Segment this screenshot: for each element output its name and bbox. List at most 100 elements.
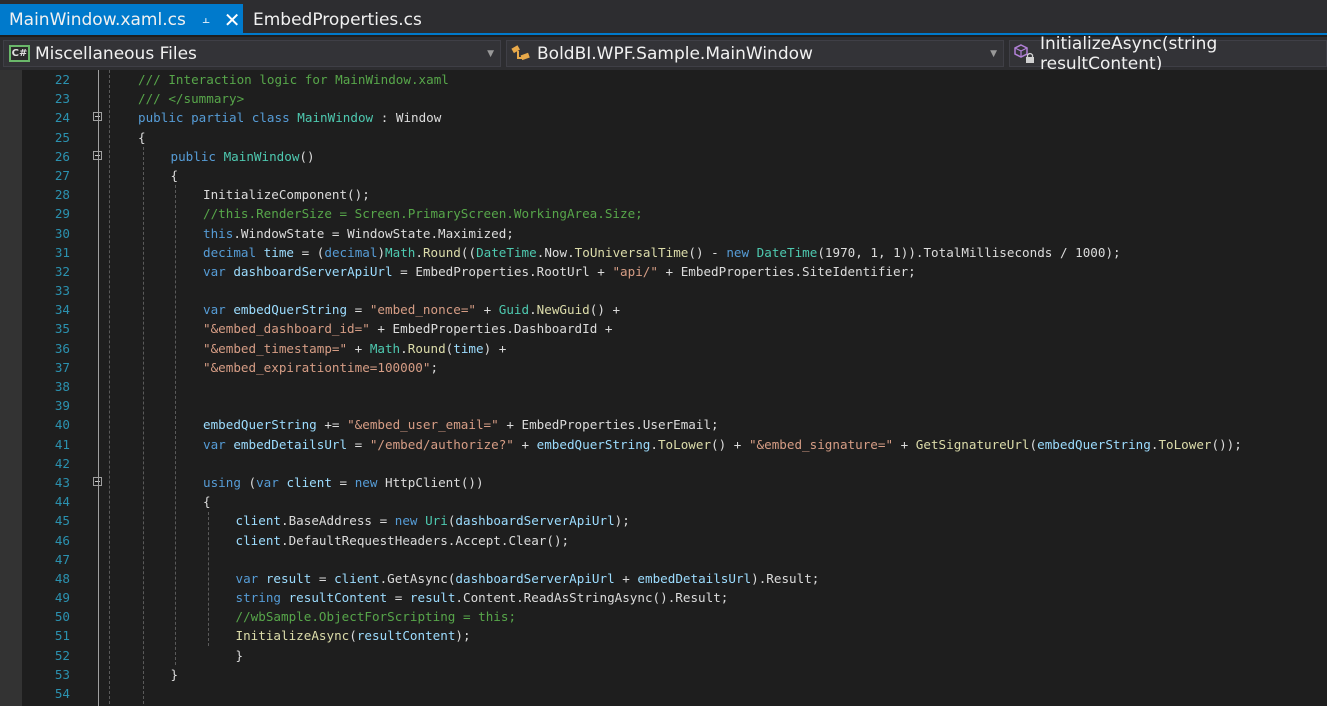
code-editor[interactable]: 22 /// Interaction logic for MainWindow.x… — [0, 70, 1327, 706]
line-number: 26 — [54, 148, 70, 164]
tab-embedproperties-cs[interactable]: EmbedProperties.cs — [243, 4, 422, 35]
code-text: { — [203, 492, 211, 511]
code-token: dashboardServerApiUrl — [455, 570, 615, 586]
code-line[interactable]: 43 using (var client = new HttpClient()) — [22, 473, 1327, 492]
code-line[interactable]: 37 "&embed_expirationtime=100000"; — [22, 358, 1327, 377]
code-line[interactable]: 44 { — [22, 492, 1327, 511]
code-token: = — [331, 474, 355, 490]
code-text: string resultContent = result.Content.Re… — [236, 588, 729, 607]
code-token: client — [235, 532, 282, 548]
code-line[interactable]: 52} — [22, 646, 1327, 665]
code-line[interactable]: 30 this.WindowState = WindowState.Maximiz… — [22, 224, 1327, 243]
code-line[interactable]: 25 { — [22, 128, 1327, 147]
code-line[interactable]: 29 //this.RenderSize = Screen.PrimaryScre… — [22, 204, 1327, 223]
member-label: InitializeAsync(string resultContent) — [1040, 33, 1218, 74]
code-line[interactable]: 41 var embedDetailsUrl = "/embed/authoriz… — [22, 435, 1327, 454]
code-line[interactable]: 24 public partial class MainWindow : Wind… — [22, 108, 1327, 127]
line-number: 53 — [54, 666, 70, 682]
code-token: time — [453, 340, 484, 356]
code-line[interactable]: 48 var result = client.GetAsync(dashboard… — [22, 569, 1327, 588]
code-text: var embedDetailsUrl = "/embed/authorize?… — [203, 435, 1242, 454]
code-line[interactable]: 39 — [22, 396, 1327, 415]
code-token: Uri — [425, 513, 448, 529]
code-token: (( — [460, 244, 477, 260]
code-token: client — [286, 474, 332, 490]
member-dropdown[interactable]: InitializeAsync(string resultContent) — [1009, 34, 1327, 74]
code-line[interactable]: 51 InitializeAsync(resultContent); — [22, 626, 1327, 645]
code-text: "&embed_dashboard_id=" + EmbedProperties… — [203, 319, 612, 338]
close-icon[interactable]: ✕ — [224, 8, 241, 32]
code-line[interactable]: 49 string resultContent = result.Content.… — [22, 588, 1327, 607]
code-token: ); — [614, 513, 630, 529]
line-number: 48 — [54, 570, 70, 586]
code-token: Math — [385, 244, 416, 260]
code-token: dashboardServerApiUrl — [233, 263, 393, 279]
code-line[interactable]: 50 //wbSample.ObjectForScripting = this; — [22, 607, 1327, 626]
code-line[interactable]: 54 — [22, 684, 1327, 703]
type-dropdown[interactable]: BoldBI.WPF.Sample.MainWindow ▼ — [506, 40, 1004, 67]
code-lines[interactable]: 22 /// Interaction logic for MainWindow.x… — [22, 70, 1327, 706]
code-token: new — [354, 474, 378, 490]
code-line[interactable]: 46 client.DefaultRequestHeaders.Accept.Cl… — [22, 531, 1327, 550]
code-token: embedQuerString — [1037, 436, 1151, 452]
code-token: = EmbedProperties.RootUrl + — [392, 263, 613, 279]
code-line[interactable]: 32 var dashboardServerApiUrl = EmbedPrope… — [22, 262, 1327, 281]
code-line[interactable]: 36 "&embed_timestamp=" + Math.Round(time)… — [22, 339, 1327, 358]
code-line[interactable]: 34 var embedQuerString = "embed_nonce=" +… — [22, 300, 1327, 319]
code-line[interactable]: 40 embedQuerString += "&embed_user_email=… — [22, 415, 1327, 434]
code-token: .WindowState = WindowState.Maximized; — [233, 225, 514, 241]
code-token: "&embed_user_email=" — [347, 417, 499, 433]
code-token: decimal — [324, 244, 378, 260]
line-number: 42 — [54, 455, 70, 471]
code-line[interactable]: 45 client.BaseAddress = new Uri(dashboard… — [22, 511, 1327, 530]
code-token: result — [265, 570, 312, 586]
pin-icon[interactable]: ⫠ — [202, 12, 210, 27]
code-line[interactable]: 42 — [22, 454, 1327, 473]
code-token: : Window — [373, 110, 442, 126]
line-number: 38 — [54, 379, 70, 394]
code-token: ); — [455, 628, 471, 644]
code-text: } — [171, 665, 179, 684]
code-token: = — [311, 570, 335, 586]
code-token: (1970, 1, 1)).TotalMilliseconds / 1000); — [817, 244, 1121, 260]
code-line[interactable]: 53} — [22, 665, 1327, 684]
chevron-down-icon[interactable]: ▼ — [990, 49, 997, 59]
code-token: .Content.ReadAsStringAsync().Result; — [455, 590, 729, 606]
code-token: MainWindow — [223, 148, 300, 164]
code-line[interactable]: 28 InitializeComponent(); — [22, 185, 1327, 204]
code-token: ToLower — [657, 436, 712, 452]
code-line[interactable]: 35 "&embed_dashboard_id=" + EmbedProperti… — [22, 319, 1327, 338]
code-token: + EmbedProperties.SiteIdentifier; — [657, 263, 916, 279]
code-token: decimal — [203, 244, 257, 260]
project-dropdown[interactable]: C# Miscellaneous Files ▼ — [3, 40, 501, 67]
code-line[interactable]: 47 — [22, 550, 1327, 569]
code-text: client.DefaultRequestHeaders.Accept.Clea… — [236, 531, 570, 550]
code-line[interactable]: 31 decimal time = (decimal)Math.Round((Da… — [22, 243, 1327, 262]
code-text: var embedQuerString = "embed_nonce=" + G… — [203, 300, 620, 319]
line-number: 51 — [54, 628, 70, 644]
line-number: 50 — [54, 609, 70, 625]
line-number: 45 — [54, 513, 70, 529]
indent-guide — [175, 185, 176, 666]
code-line[interactable]: 38 — [22, 377, 1327, 396]
code-line[interactable]: 33 — [22, 281, 1327, 300]
code-token: { — [170, 167, 179, 183]
code-line[interactable]: 27 { — [22, 166, 1327, 185]
code-token: embedQuerString — [233, 302, 348, 318]
code-token: = — [347, 436, 370, 452]
code-line[interactable]: 23 /// </summary> — [22, 89, 1327, 108]
code-token: = — [387, 590, 410, 606]
line-number: 32 — [54, 263, 70, 279]
code-line[interactable]: 22 /// Interaction logic for MainWindow.x… — [22, 70, 1327, 89]
code-token: this — [203, 225, 234, 241]
code-token: public — [170, 148, 217, 164]
code-token: GetSignatureUrl — [915, 436, 1030, 452]
tab-mainwindow-xaml-cs[interactable]: MainWindow.xaml.cs ⫠ ✕ — [0, 4, 243, 35]
chevron-down-icon[interactable]: ▼ — [487, 49, 494, 59]
line-number: 25 — [54, 129, 70, 145]
code-token: DateTime — [476, 244, 537, 260]
code-line[interactable]: 26 public MainWindow() — [22, 147, 1327, 166]
line-number: 40 — [54, 417, 70, 433]
line-number: 46 — [54, 532, 70, 548]
code-token: () + — [711, 436, 749, 452]
